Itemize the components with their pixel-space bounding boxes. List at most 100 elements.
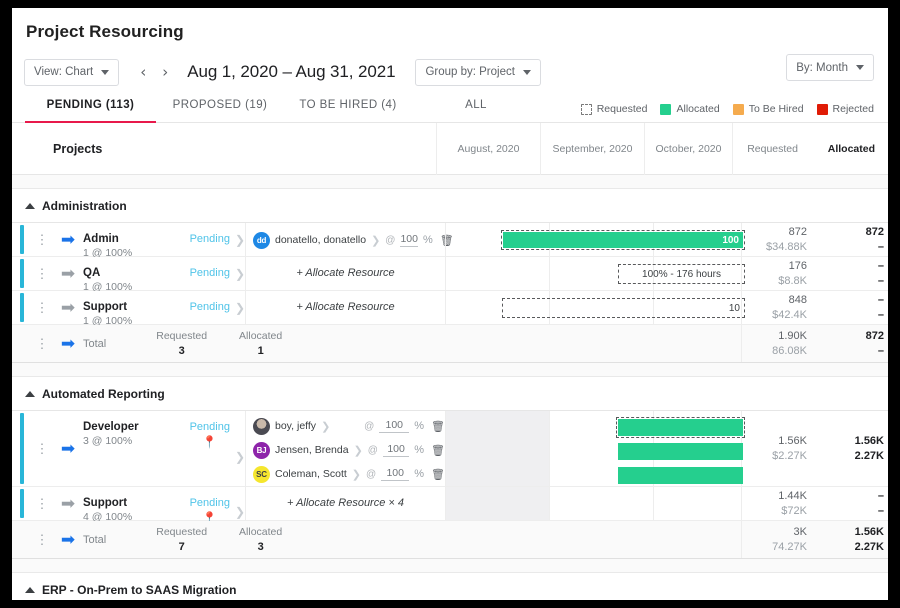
row-arrow[interactable]: ➡ [53, 257, 83, 290]
percent-input[interactable]: 100 [381, 467, 410, 481]
resource-row[interactable]: boy, jeffy ❯ @100% 🗑 [246, 414, 445, 438]
chevron-right-icon[interactable]: ❯ [235, 233, 245, 247]
allocated-hours: 1.56K [854, 434, 884, 447]
row-menu-button[interactable]: ⋮ [31, 257, 53, 290]
row-arrow[interactable]: ➡ [53, 223, 83, 256]
row-menu-button[interactable]: ⋮ [31, 411, 53, 486]
percent-symbol-icon: % [414, 444, 425, 456]
chevron-down-icon [101, 69, 110, 75]
requested-hours: 1.44K [778, 489, 807, 502]
status-label: Pending [189, 421, 230, 433]
row-arrow[interactable]: ➡ [53, 487, 83, 520]
app-window: Project Resourcing View: Chart ‹ › Aug 1… [12, 8, 888, 600]
row-arrow[interactable]: ➡ [53, 411, 83, 486]
group-header-row[interactable]: Automated Reporting [12, 377, 888, 411]
month-cell-september [549, 487, 653, 520]
month-cell-october [653, 487, 741, 520]
accent-cell [12, 325, 31, 362]
header-separator [12, 175, 888, 189]
accent-cell [12, 521, 31, 558]
status-label: Pending [189, 267, 230, 279]
chevron-right-icon[interactable]: ❯ [371, 234, 380, 247]
trash-icon[interactable]: 🗑 [431, 420, 445, 433]
view-chart-label: View: Chart [34, 66, 94, 78]
group-header-row[interactable]: Administration [12, 189, 888, 223]
row-accent-bar [20, 489, 24, 518]
tab-proposed[interactable]: PROPOSED (19) [156, 90, 284, 122]
role-cell: Admin 1 @ 100% Pending ❯ [83, 223, 245, 259]
legend-item-allocated: Allocated [660, 103, 720, 115]
month-column-header-2: October, 2020 [644, 122, 732, 175]
table-row[interactable]: ⋮ ➡ Support 1 @ 100% Pending ❯ + Allocate Reso… [12, 291, 888, 327]
allocated-cell: 872 – [819, 223, 888, 256]
date-nav: ‹ › [133, 60, 175, 84]
status-badge: Pending [190, 300, 230, 314]
avatar: SC [253, 465, 270, 483]
month-cell-september [549, 411, 653, 486]
row-arrow[interactable]: ➡ [53, 291, 83, 324]
role-name: Admin [83, 233, 119, 245]
projects-column-header: Projects [53, 141, 103, 156]
chevron-right-icon[interactable]: ❯ [235, 505, 245, 519]
trash-icon[interactable]: 🗑 [431, 444, 445, 457]
table-row[interactable]: ⋮ ➡ QA 1 @ 100% Pending ❯ + Allocate Resource 1… [12, 257, 888, 293]
allocated-swatch-icon [660, 103, 672, 115]
legend: Requested Allocated To Be Hired Rejected [580, 103, 874, 115]
table-row[interactable]: ⋮ ➡ Support 4 @ 100% Pending 📍 ❯ + Allocate Res… [12, 487, 888, 524]
tab-all[interactable]: ALL [412, 90, 540, 122]
month-column-header-0: August, 2020 [436, 122, 540, 175]
requested-swatch-icon [580, 103, 592, 115]
total-label: Total [83, 533, 107, 546]
resource-row[interactable]: SC Coleman, Scott ❯ @100% 🗑 [246, 462, 445, 486]
resources-cell: + Allocate Resource [245, 291, 445, 324]
requested-cell: 176 $8.8K [741, 257, 819, 290]
group-header-row[interactable]: ERP - On-Prem to SAAS Migration [12, 573, 888, 600]
allocated-cost: – [877, 504, 884, 517]
kebab-menu-icon: ⋮ [35, 232, 49, 247]
resource-row[interactable]: BJ Jensen, Brenda ❯ @100% 🗑 [246, 438, 445, 462]
status-label: Pending [189, 497, 230, 509]
total-row[interactable]: ⋮ ➡ Total Requested 3 Allocated 1 1.90K 86.08K 87… [12, 325, 888, 363]
allocate-resource-link[interactable]: + Allocate Resource [246, 291, 445, 324]
at-icon: @ [367, 444, 378, 456]
status-badge: Pending 📍 [190, 496, 230, 524]
chevron-right-icon[interactable]: ❯ [235, 267, 245, 281]
percent-input[interactable]: 100 [400, 233, 418, 247]
view-chart-select[interactable]: View: Chart [24, 58, 120, 86]
chevron-right-icon[interactable]: ❯ [321, 420, 330, 433]
percent-input[interactable]: 100 [379, 419, 410, 433]
trash-icon[interactable]: 🗑 [431, 468, 445, 481]
resource-row[interactable]: dd donatello, donatello ❯ @100% 🗑 [246, 228, 454, 252]
total-label-cell: Total Requested 7 Allocated 3 [83, 521, 445, 558]
chevron-right-icon[interactable]: ❯ [354, 444, 363, 457]
row-menu-button[interactable]: ⋮ [31, 223, 53, 256]
chevron-right-icon[interactable]: ❯ [235, 450, 245, 464]
at-icon: @ [366, 468, 377, 480]
group-by-select[interactable]: Group by: Project [415, 58, 541, 86]
table-row[interactable]: ⋮ ➡ Developer 3 @ 100% Pending 📍 ❯ boy, jeffy ❯ @… [12, 411, 888, 487]
allocate-resource-link[interactable]: + Allocate Resource × 4 [246, 487, 445, 520]
by-month-select[interactable]: By: Month [786, 54, 874, 81]
group-header-label: Automated Reporting [12, 387, 165, 401]
row-menu-button[interactable]: ⋮ [31, 325, 53, 362]
arrow-right-icon: ➡ [60, 230, 76, 249]
chevron-right-icon[interactable]: ❯ [352, 468, 361, 481]
prev-period-button[interactable]: ‹ [133, 60, 153, 84]
by-month-label: By: Month [796, 61, 848, 74]
tab-pending[interactable]: PENDING (113) [25, 90, 156, 122]
row-menu-button[interactable]: ⋮ [31, 487, 53, 520]
month-cell-september [549, 291, 653, 324]
chevron-right-icon[interactable]: ❯ [235, 301, 245, 315]
role-subtitle: 3 @ 100% [83, 435, 133, 447]
total-row[interactable]: ⋮ ➡ Total Requested 7 Allocated 3 3K 74.27K 1.56K… [12, 521, 888, 559]
row-menu-button[interactable]: ⋮ [31, 521, 53, 558]
table-row[interactable]: ⋮ ➡ Admin 1 @ 100% Pending ❯ dd donatello, dona… [12, 223, 888, 259]
allocated-cost: – [877, 308, 884, 321]
row-menu-button[interactable]: ⋮ [31, 291, 53, 324]
role-cell: Support 4 @ 100% Pending 📍 ❯ [83, 487, 245, 524]
allocated-column-header: Allocated [827, 142, 875, 155]
next-period-button[interactable]: › [155, 60, 175, 84]
percent-input[interactable]: 100 [382, 443, 410, 457]
tab-to-be-hired[interactable]: TO BE HIRED (4) [284, 90, 412, 122]
allocate-resource-link[interactable]: + Allocate Resource [246, 257, 445, 290]
